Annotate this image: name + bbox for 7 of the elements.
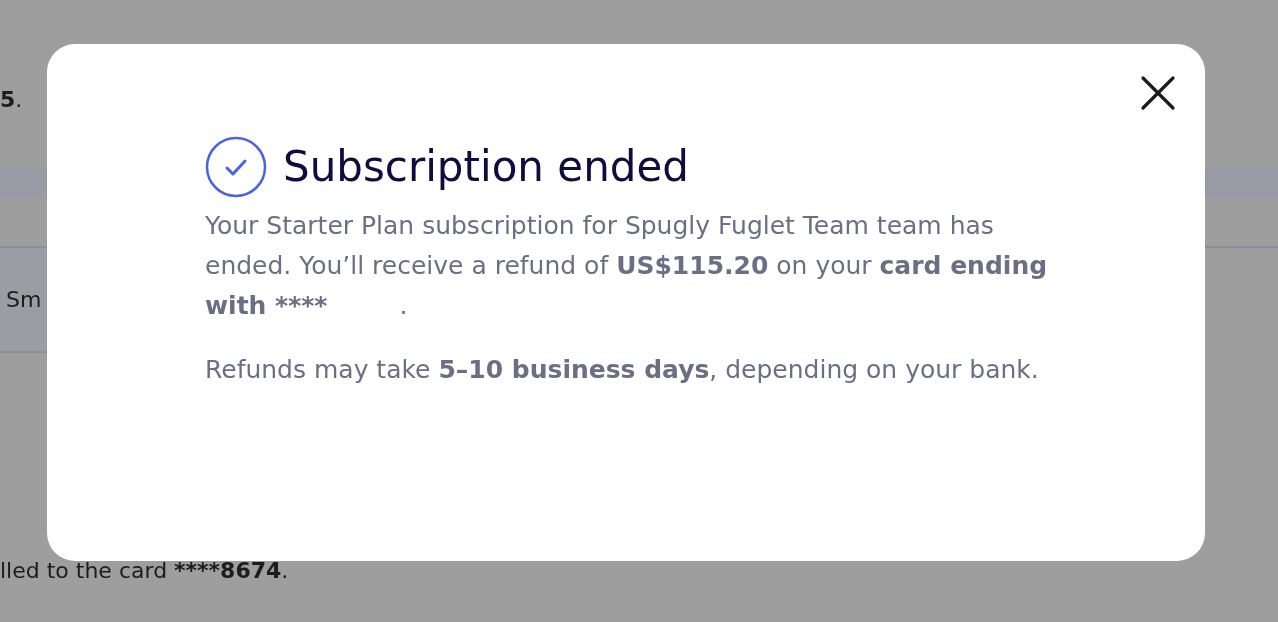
checkmark-circle-icon bbox=[205, 136, 267, 198]
dialog-message: Refunds may take 5–10 business days, depending on your bank. bbox=[205, 354, 1040, 386]
body-text: lled to the card ****8674. bbox=[0, 558, 289, 583]
body-text: 5. bbox=[0, 86, 23, 114]
table-cell-text: Sm bbox=[6, 286, 42, 314]
dialog-title: Subscription ended bbox=[283, 141, 689, 193]
dialog-message: Your Starter Plan subscription for Spugly Fuglet Team team has ended. You’ll receive a refund of US$115.20 on your card ending with **** . bbox=[205, 210, 1049, 322]
